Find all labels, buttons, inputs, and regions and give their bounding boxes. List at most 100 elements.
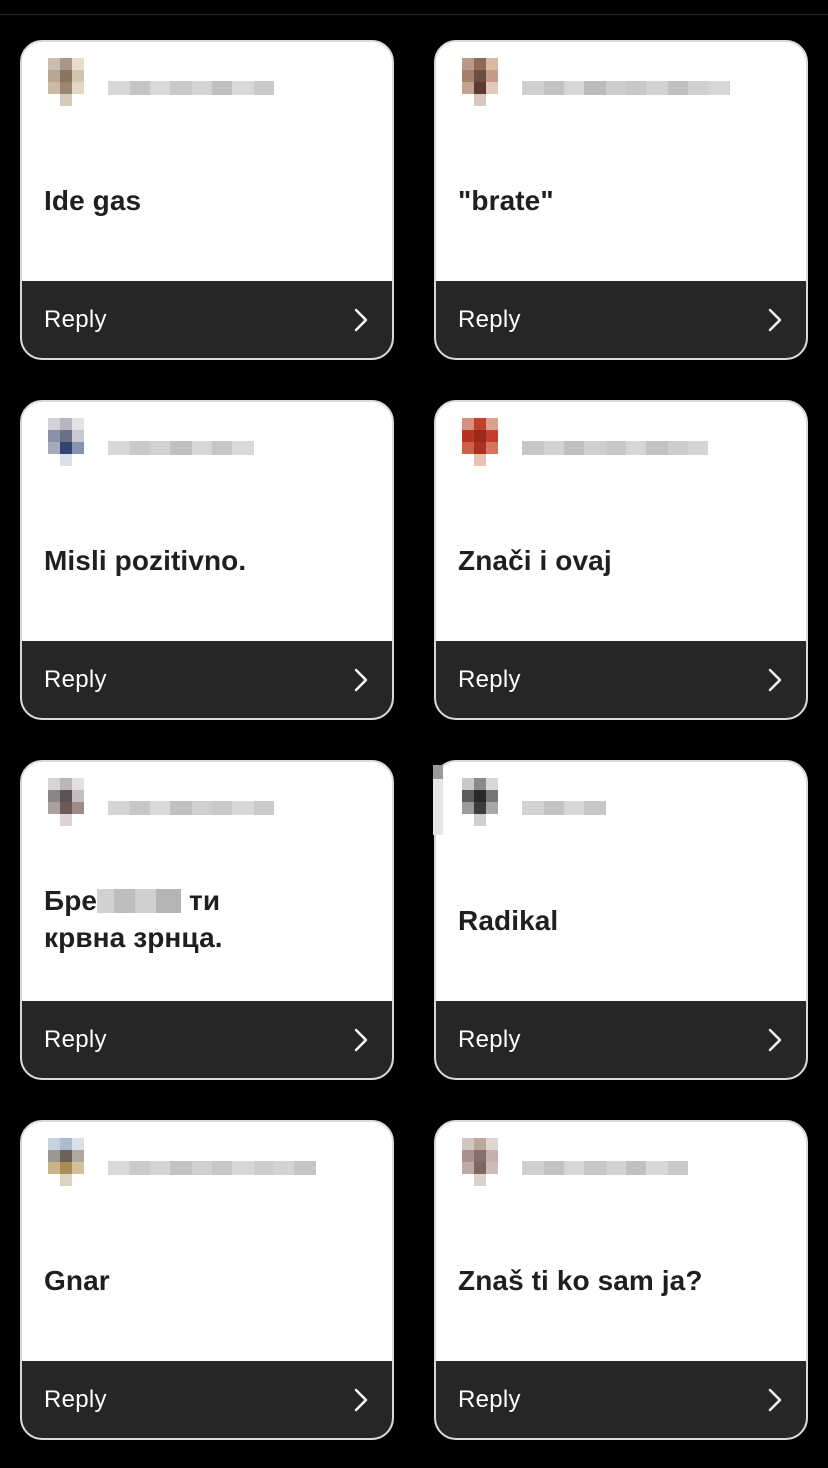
username-pixel [212,801,232,815]
username-pixel [584,441,606,455]
message-text: "brate" [458,185,554,216]
avatar-pixel [84,1174,96,1186]
username-blurred [522,1161,688,1175]
avatar-pixel [60,790,72,802]
avatar [450,1138,510,1198]
avatar-pixel [474,94,486,106]
username-pixel [522,1161,544,1175]
avatar-pixel [486,826,498,838]
avatar-pixel [84,418,96,430]
reply-label: Reply [44,305,107,333]
username-pixel [108,441,130,455]
avatar-pixel [474,790,486,802]
reply-button[interactable]: Reply [436,1001,806,1078]
avatar-pixel [462,454,474,466]
avatar-pixel [486,418,498,430]
chevron-right-icon [768,668,782,691]
chevron-right-icon [768,1388,782,1411]
chevron-right-icon [354,668,368,691]
avatar-pixel [48,94,60,106]
card-content: Radikal [436,762,806,1001]
avatar-pixel [48,790,60,802]
chevron-right-icon [354,1388,368,1411]
card-content: "brate" [436,42,806,281]
avatar-pixel [48,466,60,478]
avatar-pixel [474,802,486,814]
username-pixel [108,1161,130,1175]
avatar-pixel [450,466,462,478]
avatar-pixel [450,1162,462,1174]
avatar-pixel [36,1162,48,1174]
card-content: Ide gas [22,42,392,281]
reply-button[interactable]: Reply [22,1361,392,1438]
avatar-pixel [450,790,462,802]
username-pixel [192,81,212,95]
username-pixel [584,801,606,815]
reply-button[interactable]: Reply [22,281,392,358]
avatar-pixel [48,826,60,838]
avatar-pixel [474,814,486,826]
avatar-pixel [450,814,462,826]
avatar-pixel [48,1150,60,1162]
reply-button[interactable]: Reply [436,641,806,718]
reply-card: Gnar Reply [20,1120,394,1440]
avatar-pixel [84,790,96,802]
avatar-pixel [462,70,474,82]
avatar-pixel [36,418,48,430]
reply-button[interactable]: Reply [436,1361,806,1438]
username-pixel [294,1161,316,1175]
avatar-pixel [36,1138,48,1150]
username-pixel [522,801,544,815]
avatar-pixel [72,1162,84,1174]
reply-button[interactable]: Reply [22,641,392,718]
message-text: Ide gas [44,185,142,216]
avatar [450,778,510,838]
avatar-pixel [498,418,510,430]
avatar-pixel [498,82,510,94]
avatar-pixel [72,814,84,826]
avatar-pixel [498,778,510,790]
avatar-pixel [498,1150,510,1162]
avatar-pixel [60,106,72,118]
avatar-pixel [84,106,96,118]
avatar-pixel [498,802,510,814]
username-pixel [212,1161,232,1175]
username-pixel [688,81,708,95]
avatar-pixel [36,58,48,70]
reply-label: Reply [44,665,107,693]
username-pixel [522,441,544,455]
avatar [450,58,510,118]
avatar-pixel [60,1186,72,1198]
avatar-pixel [462,58,474,70]
username-blurred [522,81,730,95]
avatar-pixel [486,1150,498,1162]
username-pixel [544,441,564,455]
avatar-pixel [450,58,462,70]
reply-card: Radikal Reply [434,760,808,1080]
avatar-pixel [498,442,510,454]
avatar-pixel [498,70,510,82]
card-content: Znaš ti ko sam ja? [436,1122,806,1361]
avatar-pixel [72,1138,84,1150]
username-pixel [254,81,274,95]
avatar-pixel [36,814,48,826]
avatar-pixel [48,1138,60,1150]
username-pixel [606,1161,626,1175]
avatar-pixel [474,466,486,478]
avatar-pixel [36,802,48,814]
avatar-pixel [498,466,510,478]
avatar-pixel [72,58,84,70]
avatar-pixel [48,82,60,94]
reply-button[interactable]: Reply [22,1001,392,1078]
avatar-pixel [450,94,462,106]
username-pixel [522,81,544,95]
avatar-pixel [498,430,510,442]
avatar-pixel [474,418,486,430]
avatar-pixel [48,1162,60,1174]
username-pixel [564,1161,584,1175]
card-content: Gnar [22,1122,392,1361]
avatar [36,58,96,118]
reply-button[interactable]: Reply [436,281,806,358]
message-text: Бре ти крвна зрнца. [44,885,223,953]
message-text: Misli pozitivno. [44,545,247,576]
